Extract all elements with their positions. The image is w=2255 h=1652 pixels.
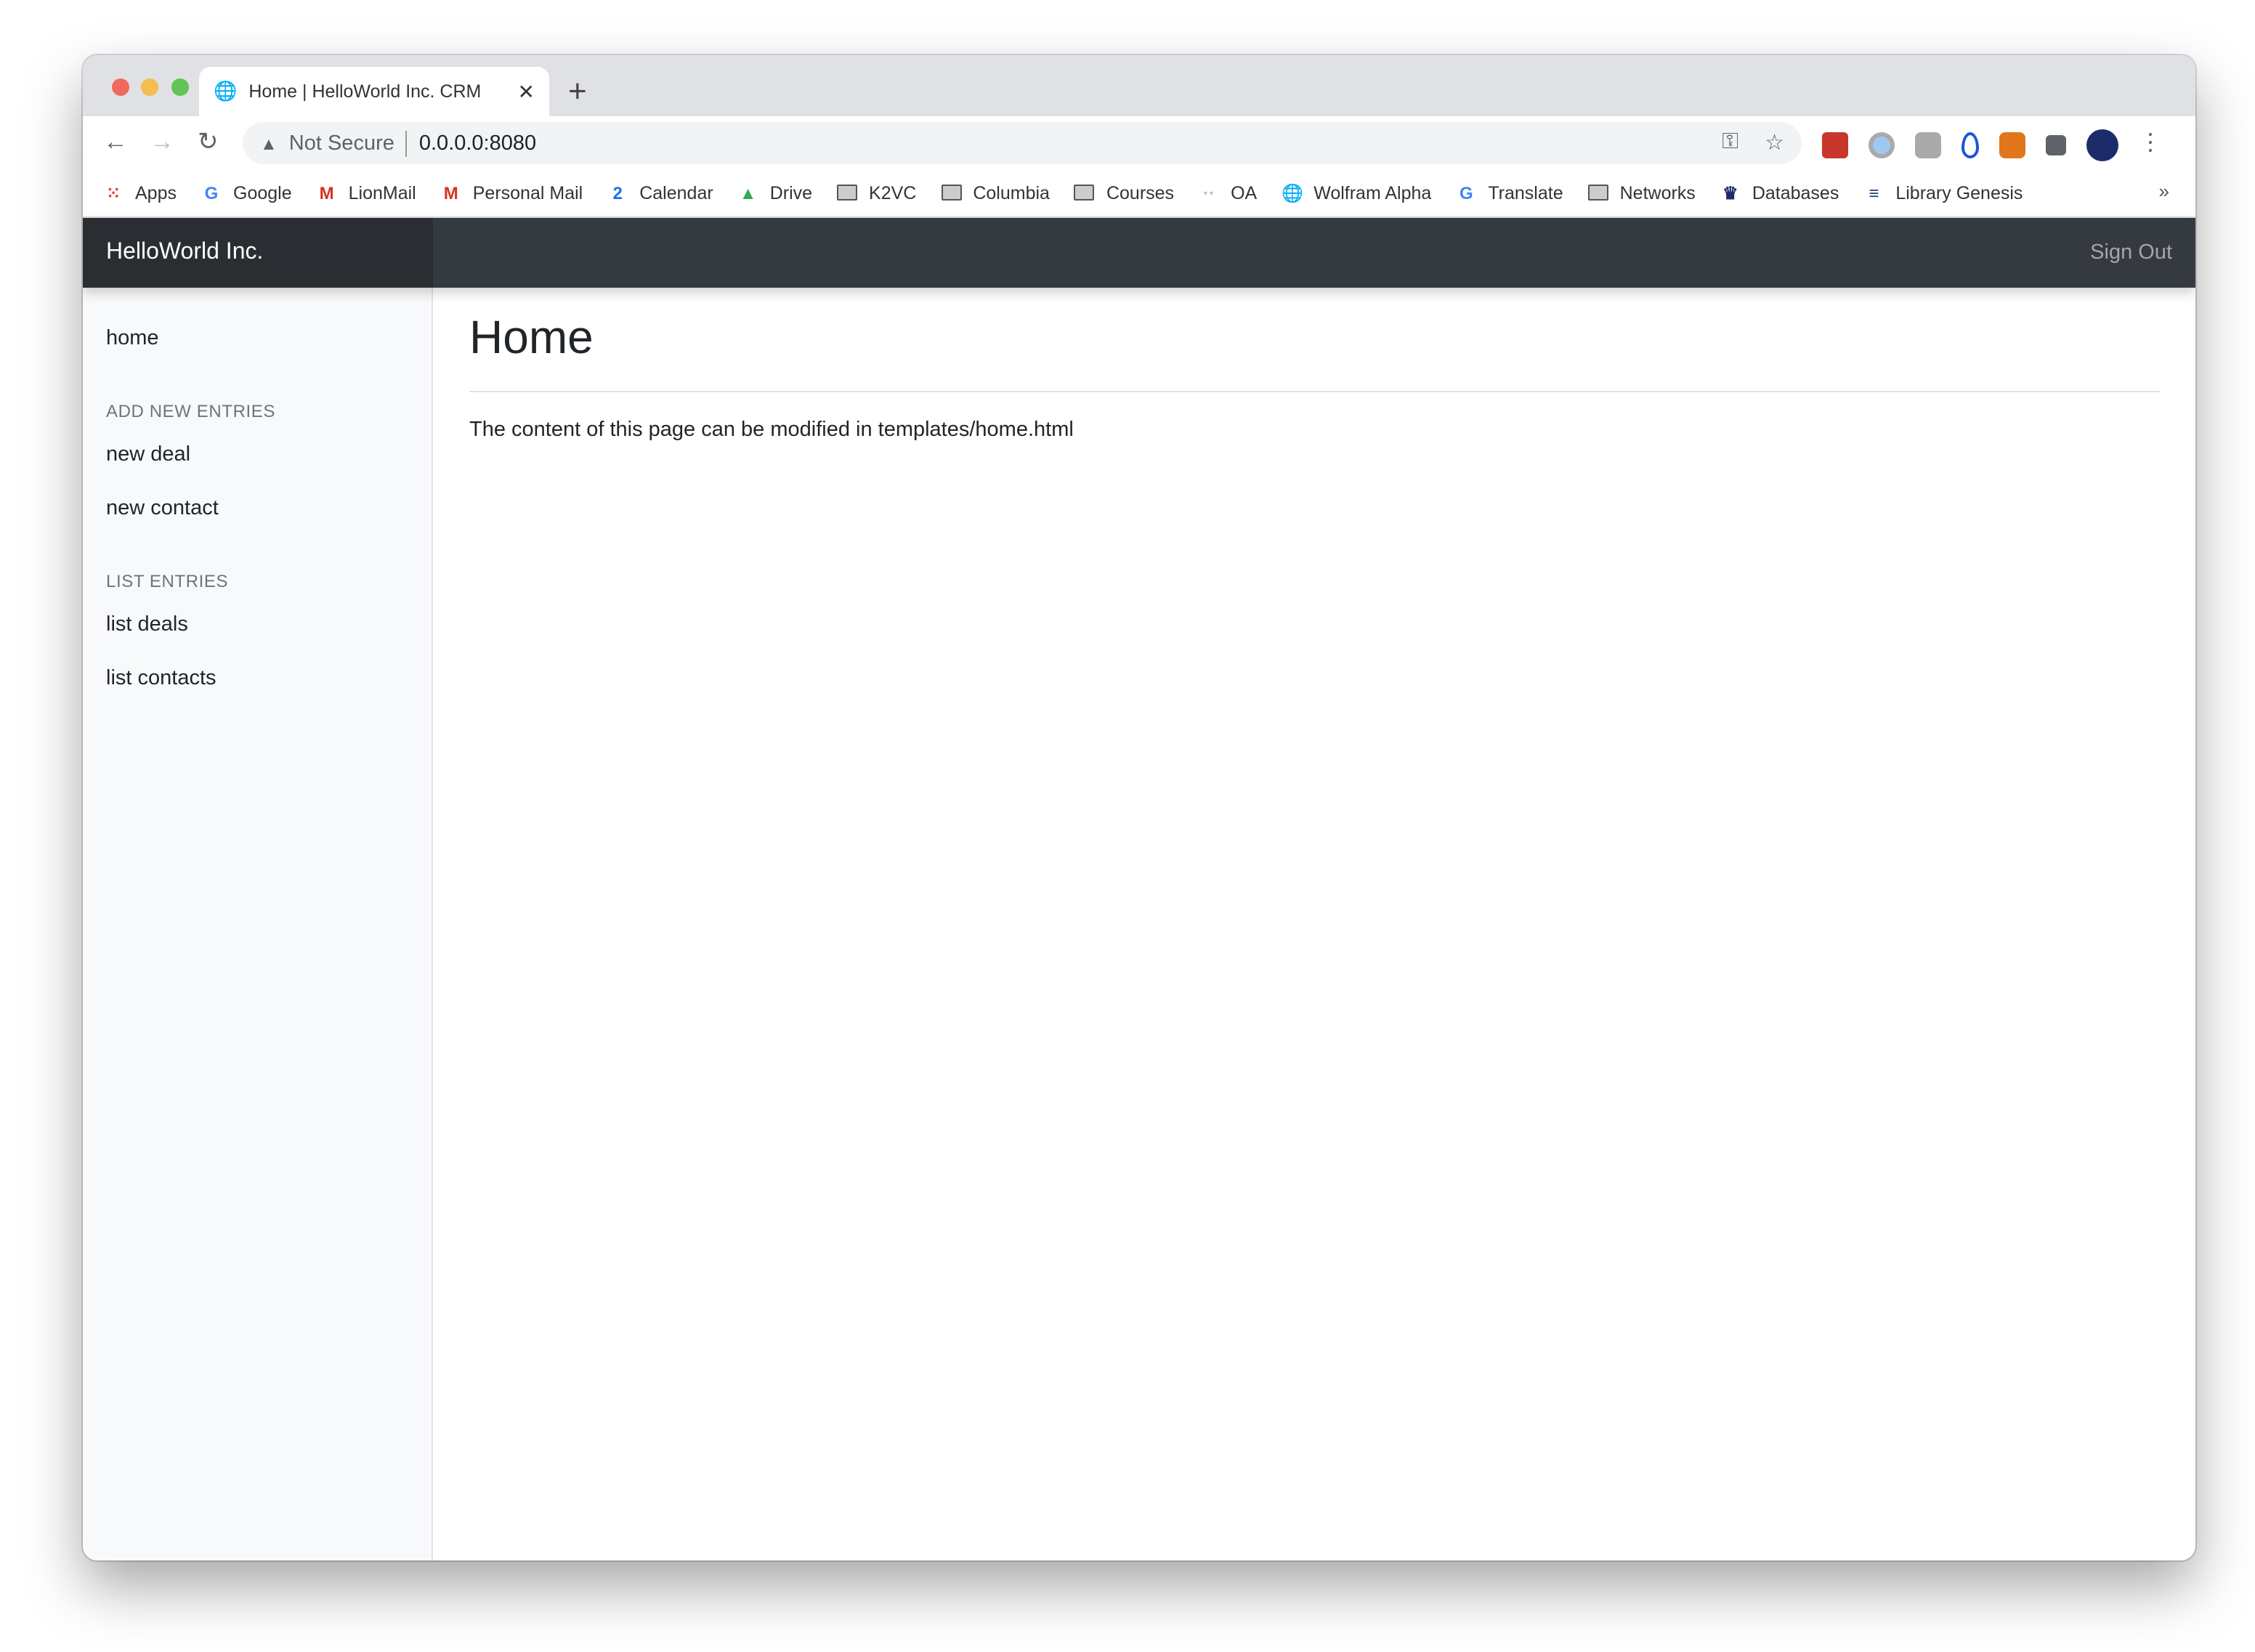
close-window-button[interactable]: [112, 78, 129, 96]
warning-icon: ▲: [260, 133, 278, 153]
bookmark-oa[interactable]: ·· OA: [1199, 182, 1257, 203]
dots-icon: ··: [1203, 182, 1215, 203]
extensions: ⋮: [1822, 129, 2162, 161]
key-icon[interactable]: ⚿: [1722, 129, 1738, 155]
bookmark-label: Wolfram Alpha: [1313, 182, 1432, 203]
tab-strip: 🌐 Home | HelloWorld Inc. CRM ✕ +: [83, 55, 2195, 116]
bookmark-label: Networks: [1619, 182, 1696, 203]
gmail-icon: M: [319, 182, 334, 203]
bookmark-label: LionMail: [348, 182, 416, 203]
drop-icon[interactable]: [1962, 132, 1979, 158]
gmail-icon: M: [443, 182, 458, 203]
sidebar-heading-list: LIST ENTRIES: [106, 571, 229, 591]
avatar[interactable]: [2086, 129, 2118, 161]
address-bar[interactable]: ▲ Not Secure 0.0.0.0:8080 ⚿ ☆: [243, 122, 1802, 164]
new-tab-button[interactable]: +: [568, 73, 587, 110]
globe-icon: 🌐: [214, 80, 238, 102]
bookmark-lionmail[interactable]: M LionMail: [317, 182, 416, 203]
sidebar-item-home[interactable]: home: [106, 327, 159, 350]
bookmark-personal-mail[interactable]: M Personal Mail: [441, 182, 583, 203]
drive-icon: ▲: [739, 182, 757, 203]
bookmark-calendar[interactable]: 2 Calendar: [607, 182, 713, 203]
reload-icon[interactable]: ↻: [198, 128, 219, 157]
bookmark-wolfram-alpha[interactable]: 🌐 Wolfram Alpha: [1282, 182, 1431, 203]
bookmark-label: Apps: [135, 182, 177, 203]
sidebar: home ADD NEW ENTRIES new deal new contac…: [83, 288, 433, 1560]
crown-icon: ♛: [1722, 182, 1738, 203]
bookmark-label: Calendar: [639, 182, 713, 203]
bookmark-translate[interactable]: G Translate: [1456, 182, 1563, 203]
bookmarks-bar: ⁙ Apps G Google M LionMail M Personal Mail 2 Cale…: [83, 169, 2195, 218]
browser-toolbar: ← → ↻ ▲ Not Secure 0.0.0.0:8080 ⚿ ☆ ⋮: [83, 116, 2195, 169]
bookmark-k2vc[interactable]: K2VC: [837, 182, 916, 203]
translate-icon: G: [1459, 182, 1473, 203]
bookmark-networks[interactable]: Networks: [1587, 182, 1696, 203]
bookmark-apps[interactable]: ⁙ Apps: [103, 182, 177, 203]
apps-grid-icon: ⁙: [105, 182, 121, 203]
metamask-icon[interactable]: [1999, 132, 2025, 158]
url-text[interactable]: 0.0.0.0:8080: [419, 131, 536, 155]
bookmark-label: Courses: [1106, 182, 1175, 203]
close-tab-icon[interactable]: ✕: [518, 79, 535, 104]
browser-window: 🌐 Home | HelloWorld Inc. CRM ✕ + ← → ↻ ▲…: [83, 55, 2195, 1560]
sidebar-item-new-contact[interactable]: new contact: [106, 497, 219, 520]
libgen-icon: ≡: [1869, 182, 1879, 203]
menu-icon[interactable]: ⋮: [2139, 131, 2162, 158]
folder-icon: [1074, 185, 1095, 201]
star-icon[interactable]: ☆: [1765, 129, 1784, 155]
globe-icon: 🌐: [1282, 182, 1304, 203]
bookmark-label: OA: [1231, 182, 1258, 203]
brand[interactable]: HelloWorld Inc.: [83, 218, 433, 288]
sidebar-heading-add: ADD NEW ENTRIES: [106, 401, 276, 421]
sidebar-item-list-contacts[interactable]: list contacts: [106, 667, 216, 690]
puzzle-icon[interactable]: [2046, 135, 2066, 155]
divider: [405, 130, 408, 156]
extension-circle-icon[interactable]: [1869, 132, 1895, 158]
sidebar-item-new-deal[interactable]: new deal: [106, 443, 190, 466]
bookmark-label: Google: [233, 182, 292, 203]
bookmark-databases[interactable]: ♛ Databases: [1720, 182, 1839, 203]
folder-icon: [1587, 185, 1608, 201]
minimize-window-button[interactable]: [141, 78, 158, 96]
lastpass-icon[interactable]: [1822, 132, 1848, 158]
folder-icon: [837, 185, 858, 201]
folder-icon: [941, 185, 962, 201]
bookmark-label: Drive: [769, 182, 813, 203]
divider: [469, 391, 2161, 392]
page-body-text: The content of this page can be modified…: [469, 418, 1074, 442]
sign-out-link[interactable]: Sign Out: [2090, 218, 2172, 288]
camera-icon[interactable]: [1915, 132, 1941, 158]
tab-title: Home | HelloWorld Inc. CRM: [248, 81, 482, 102]
zoom-window-button[interactable]: [171, 78, 189, 96]
sidebar-item-list-deals[interactable]: list deals: [106, 613, 188, 636]
bookmark-courses[interactable]: Courses: [1074, 182, 1174, 203]
app-navbar: HelloWorld Inc. Sign Out: [83, 218, 2195, 288]
bookmark-label: Databases: [1752, 182, 1839, 203]
bookmark-label: Personal Mail: [472, 182, 583, 203]
page-title: Home: [469, 311, 594, 363]
calendar-icon: 2: [612, 182, 623, 203]
forward-icon[interactable]: →: [150, 128, 174, 157]
bookmark-label: Library Genesis: [1895, 182, 2023, 203]
bookmark-drive[interactable]: ▲ Drive: [738, 182, 812, 203]
bookmark-label: Translate: [1488, 182, 1563, 203]
bookmark-library-genesis[interactable]: ≡ Library Genesis: [1863, 182, 2023, 203]
more-bookmarks-button[interactable]: »: [2159, 180, 2169, 202]
back-icon[interactable]: ←: [103, 128, 128, 157]
browser-tab[interactable]: 🌐 Home | HelloWorld Inc. CRM ✕: [199, 67, 549, 116]
bookmark-label: Columbia: [973, 182, 1050, 203]
bookmark-columbia[interactable]: Columbia: [941, 182, 1050, 203]
google-icon: G: [204, 182, 219, 203]
bookmark-label: K2VC: [869, 182, 917, 203]
bookmark-google[interactable]: G Google: [201, 182, 292, 203]
security-label[interactable]: Not Secure: [289, 131, 394, 155]
